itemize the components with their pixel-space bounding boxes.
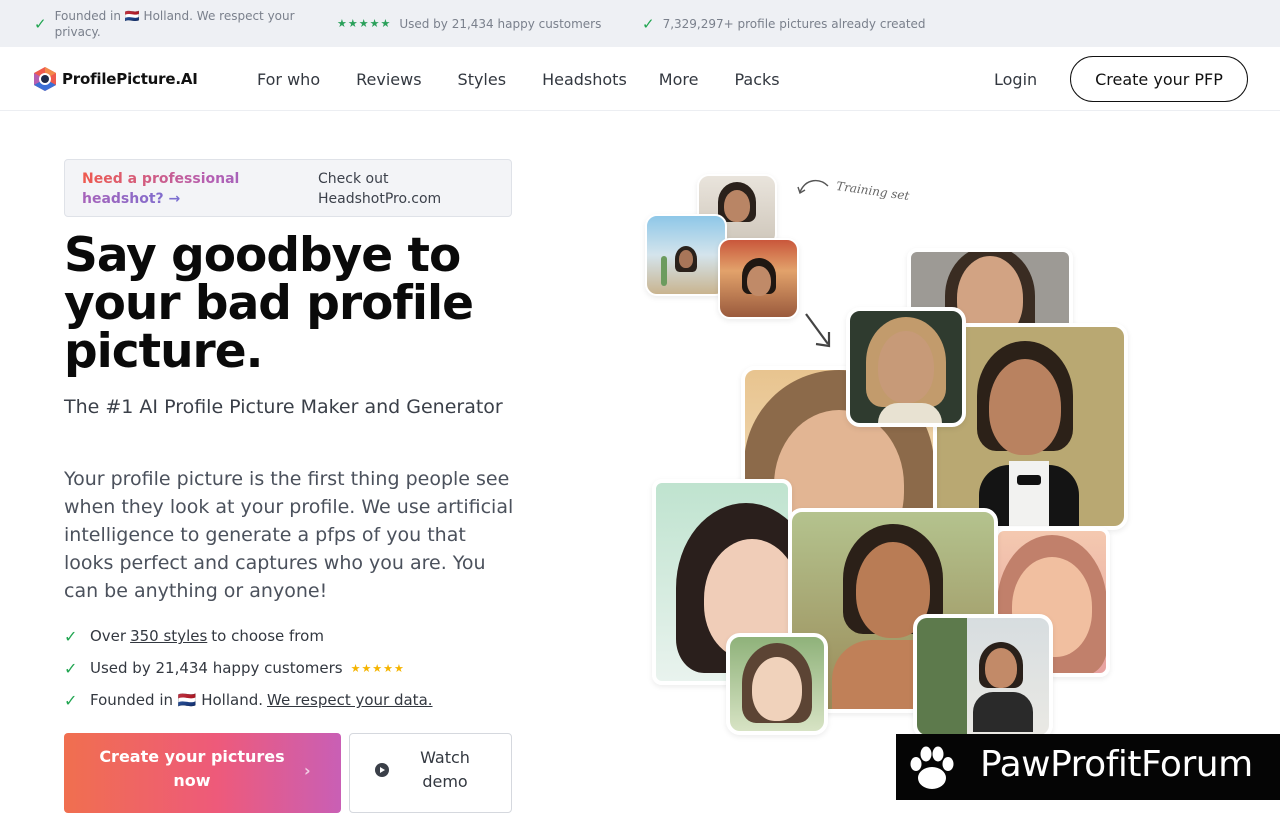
logo[interactable]: ProfilePicture.AI	[32, 66, 198, 92]
promo-link-text[interactable]: Check out HeadshotPro.com	[318, 169, 498, 209]
nav-link-reviews[interactable]: Reviews	[356, 70, 421, 89]
nav-link-headshots[interactable]: Headshots	[542, 70, 627, 89]
check-icon: ✓	[64, 690, 78, 710]
hero-description: Your profile picture is the first thing …	[64, 468, 514, 602]
login-link[interactable]: Login	[994, 47, 1037, 111]
announcement-bar: ✓ Founded in 🇳🇱 Holland. We respect your…	[0, 0, 1280, 47]
nav-link-styles[interactable]: Styles	[458, 70, 507, 89]
check-icon: ✓	[642, 14, 655, 33]
bullet-text: Used by 21,434 happy customers	[90, 659, 343, 677]
nav-link-for-who[interactable]: For who	[257, 70, 320, 89]
watermark-banner: PawProfitForum	[896, 734, 1280, 800]
generated-photo	[726, 633, 828, 735]
feature-list: ✓ Over 350 styles to choose from ✓ Used …	[64, 620, 524, 716]
create-pictures-button[interactable]: Create your pictures now ›	[64, 733, 341, 813]
training-photo	[645, 214, 727, 296]
announcement-created: ✓ 7,329,297+ profile pictures already cr…	[642, 0, 926, 47]
play-icon	[375, 763, 389, 777]
privacy-link[interactable]: We respect your data.	[267, 691, 433, 709]
list-item: ✓ Used by 21,434 happy customers ★★★★★	[64, 652, 524, 684]
star-rating-icon: ★★★★★	[337, 16, 392, 30]
hero-subtitle: The #1 AI Profile Picture Maker and Gene…	[64, 396, 503, 418]
arrow-down-right-icon	[805, 313, 831, 348]
page-title: Say goodbye to your bad profile picture.	[64, 228, 474, 379]
check-icon: ✓	[64, 658, 78, 678]
announcement-customers: ★★★★★ Used by 21,434 happy customers	[337, 0, 601, 47]
generated-photo	[846, 307, 966, 427]
check-icon: ✓	[64, 626, 78, 646]
announcement-founded: ✓ Founded in 🇳🇱 Holland. We respect your…	[34, 0, 324, 47]
logo-text: ProfilePicture.AI	[62, 70, 198, 88]
logo-icon	[34, 67, 56, 91]
bullet-text: Over	[90, 627, 127, 645]
announcement-customers-text: Used by 21,434 happy customers	[399, 16, 602, 31]
create-pictures-label: Create your pictures now	[99, 747, 285, 790]
styles-link[interactable]: 350 styles	[130, 627, 207, 645]
create-pfp-button[interactable]: Create your PFP	[1070, 56, 1248, 102]
chevron-right-icon: ›	[304, 761, 311, 780]
headshot-promo-banner[interactable]: Need a professional headshot? → Check ou…	[64, 159, 512, 217]
announcement-founded-text: Founded in 🇳🇱 Holland. We respect your p…	[54, 8, 295, 39]
generated-photo	[913, 614, 1053, 739]
announcement-created-text: 7,329,297+ profile pictures already crea…	[662, 16, 926, 31]
nav-link-more[interactable]: More	[659, 70, 699, 89]
bullet-text: to choose from	[211, 627, 324, 645]
watermark-text: PawProfitForum	[980, 744, 1253, 785]
curved-arrow-icon	[797, 179, 829, 195]
promo-headline[interactable]: Need a professional headshot? →	[82, 169, 262, 209]
nav-links: For who Reviews Styles Headshots More Pa…	[257, 47, 816, 111]
check-icon: ✓	[34, 14, 47, 33]
training-photo	[718, 238, 799, 319]
bullet-text: Founded in 🇳🇱 Holland.	[90, 691, 263, 709]
list-item: ✓ Founded in 🇳🇱 Holland. We respect your…	[64, 684, 524, 716]
training-set-label: Training set	[835, 178, 911, 204]
main-nav: ProfilePicture.AI For who Reviews Styles…	[0, 47, 1280, 111]
nav-link-packs[interactable]: Packs	[734, 70, 779, 89]
watch-demo-label: Watch demo	[420, 748, 470, 791]
star-rating-icon: ★★★★★	[350, 661, 405, 675]
list-item: ✓ Over 350 styles to choose from	[64, 620, 524, 652]
paw-icon	[910, 746, 954, 789]
watch-demo-button[interactable]: Watch demo	[349, 733, 512, 813]
